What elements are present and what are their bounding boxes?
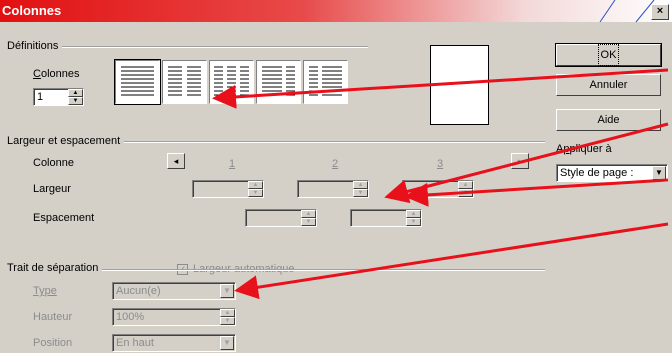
cancel-button[interactable]: Annuler	[556, 74, 661, 96]
close-button[interactable]: ×	[651, 4, 669, 20]
type-select[interactable]: Aucun(e) ▼	[112, 282, 236, 300]
ok-button-label: OK	[597, 44, 620, 66]
spin-down-icon[interactable]: ▼	[248, 189, 263, 197]
spin-up-icon[interactable]: ▲	[406, 210, 421, 218]
spin-down-icon[interactable]: ▼	[301, 218, 316, 226]
width-col1-field[interactable]: ▲ ▼	[192, 180, 264, 198]
one-column-icon	[121, 66, 154, 96]
three-columns-icon	[214, 66, 249, 96]
spin-up-icon[interactable]: ▲	[353, 181, 368, 189]
spacing-label: Espacement	[33, 212, 95, 224]
spin-down-icon[interactable]: ▼	[220, 317, 235, 325]
column-number-1: 1	[229, 158, 236, 170]
chevron-down-icon[interactable]: ▼	[652, 166, 666, 180]
arrow-left-icon: ◂	[173, 156, 179, 166]
close-icon: ×	[656, 5, 664, 17]
position-value: En haut	[116, 337, 154, 349]
apply-to-value: Style de page :	[560, 167, 634, 179]
position-select[interactable]: En haut ▼	[112, 334, 236, 352]
one-column-layout[interactable]	[114, 59, 161, 105]
two-columns-left-wide-layout[interactable]	[256, 60, 301, 104]
ok-button[interactable]: OK	[555, 43, 662, 67]
type-label: Type	[33, 285, 57, 297]
apply-to-label: Appliquer à	[556, 143, 612, 155]
title-bar[interactable]: Colonnes ×	[0, 0, 672, 22]
spacing-2-field[interactable]: ▲ ▼	[350, 209, 422, 227]
annotation-arrow-4	[234, 222, 669, 300]
width-spacing-group-label: Largeur et espacement	[7, 135, 125, 147]
type-value: Aucun(e)	[116, 285, 161, 297]
page-preview	[430, 45, 489, 125]
two-columns-right-wide-icon	[309, 66, 342, 96]
column-number-2: 2	[332, 158, 339, 170]
spin-up-icon[interactable]: ▲	[458, 181, 473, 189]
two-columns-right-wide-layout[interactable]	[303, 60, 348, 104]
window-title: Colonnes	[2, 3, 62, 18]
columns-label: Colonnes	[33, 68, 80, 80]
columns-count-value: 1	[37, 91, 44, 103]
spin-up-icon[interactable]: ▲	[220, 309, 235, 317]
spin-down-icon[interactable]: ▼	[68, 97, 83, 105]
spin-up-icon[interactable]: ▲	[248, 181, 263, 189]
column-label: Colonne	[33, 157, 74, 169]
two-columns-layout[interactable]	[162, 60, 207, 104]
help-button[interactable]: Aide	[556, 109, 661, 131]
column-prev-button[interactable]: ◂	[167, 153, 185, 169]
column-next-button[interactable]: ▸	[511, 153, 529, 169]
arrow-right-icon: ▸	[517, 156, 523, 166]
spin-down-icon[interactable]: ▼	[353, 189, 368, 197]
height-field[interactable]: 100% ▲ ▼	[112, 308, 236, 326]
chevron-down-icon[interactable]: ▼	[220, 284, 234, 298]
position-label: Position	[33, 337, 73, 349]
two-columns-left-wide-icon	[262, 66, 295, 96]
width-col2-field[interactable]: ▲ ▼	[297, 180, 369, 198]
apply-to-select[interactable]: Style de page : ▼	[556, 164, 668, 182]
columns-count-stepper[interactable]: 1 ▲ ▼	[33, 88, 84, 106]
separator-group-label: Trait de séparation	[7, 262, 103, 274]
width-label: Largeur	[33, 183, 71, 195]
cancel-button-label: Annuler	[589, 79, 628, 91]
width-col3-field[interactable]: ▲ ▼	[402, 180, 474, 198]
height-label: Hauteur	[33, 311, 73, 323]
two-columns-icon	[168, 66, 201, 96]
column-number-3: 3	[437, 158, 444, 170]
help-button-label: Aide	[597, 114, 620, 126]
spacing-1-field[interactable]: ▲ ▼	[245, 209, 317, 227]
three-columns-layout[interactable]	[209, 60, 254, 104]
spin-up-icon[interactable]: ▲	[68, 89, 83, 97]
spin-down-icon[interactable]: ▼	[458, 189, 473, 197]
definitions-group-label: Définitions	[7, 40, 63, 52]
columns-count-spin[interactable]: ▲ ▼	[68, 89, 83, 105]
chevron-down-icon[interactable]: ▼	[220, 336, 234, 350]
height-value: 100%	[116, 311, 145, 323]
spin-up-icon[interactable]: ▲	[301, 210, 316, 218]
spin-down-icon[interactable]: ▼	[406, 218, 421, 226]
